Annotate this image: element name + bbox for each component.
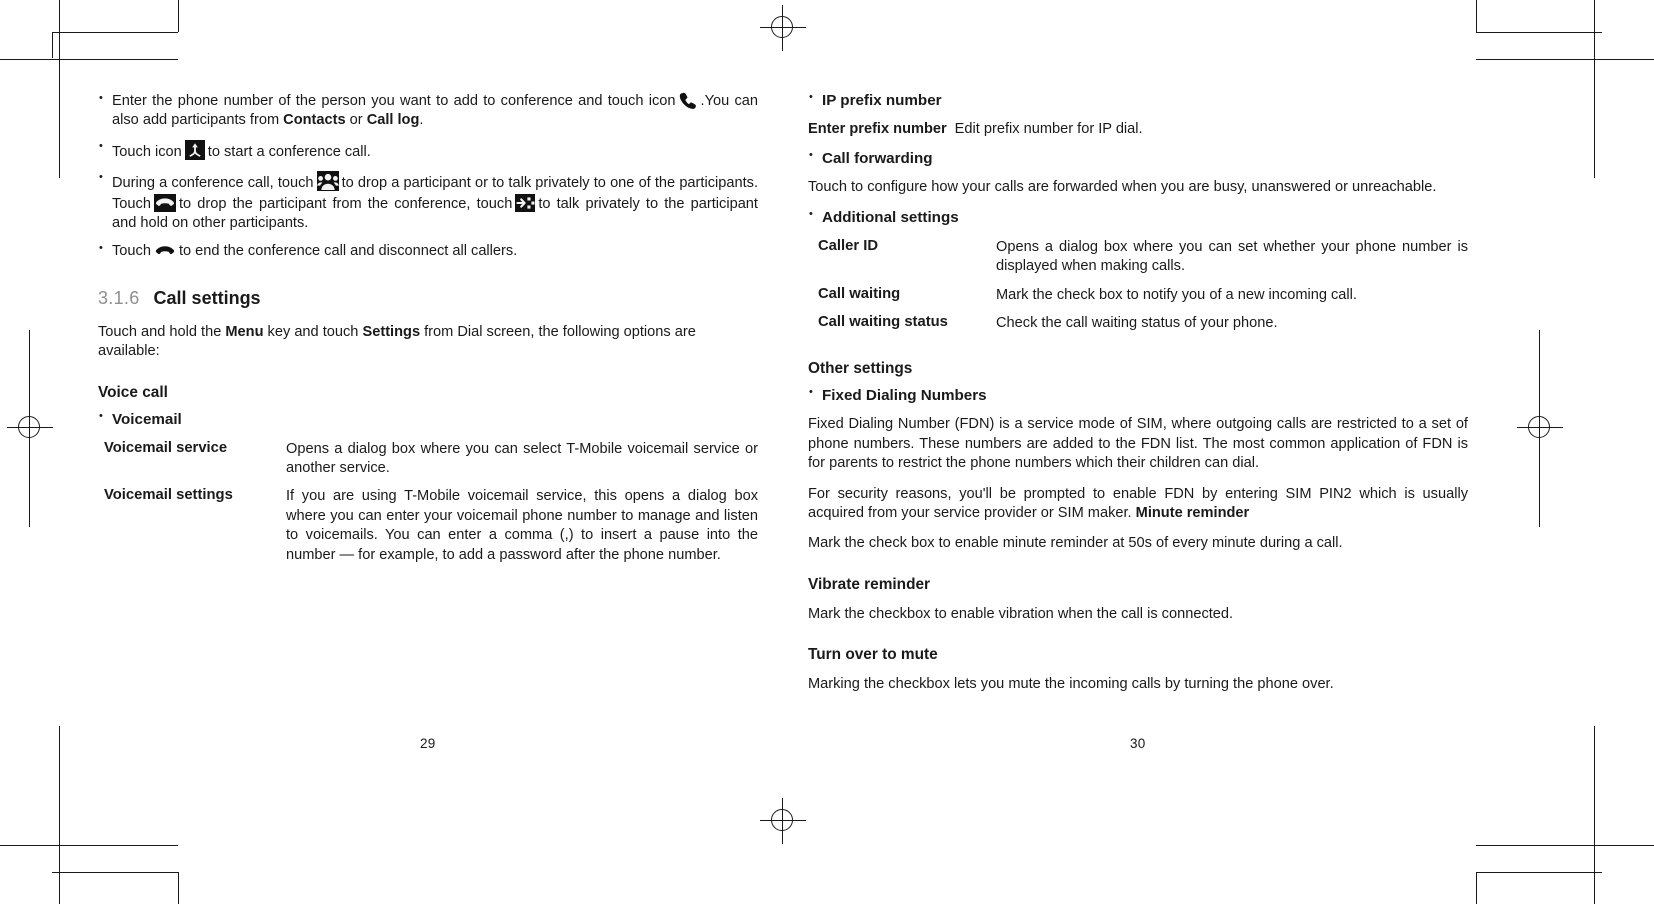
list-item: Touch icon to start a conference call. xyxy=(98,139,758,162)
call-forwarding-description: Touch to configure how your calls are fo… xyxy=(808,179,1437,196)
bullet-2-text-after: to start a conference call. xyxy=(207,143,371,160)
settings-label: Settings xyxy=(362,323,421,340)
caller-id-term: Caller ID xyxy=(818,237,879,254)
voicemail-settings-desc: If you are using T-Mobile voicemail serv… xyxy=(286,488,758,563)
call-waiting-status-desc: Check the call waiting status of your ph… xyxy=(996,315,1278,332)
bullet-2-text-before: Touch icon xyxy=(112,143,182,160)
bleed-mark-bottom-right-h xyxy=(1476,872,1602,873)
ip-prefix-number-bullet-heading: IP prefix number xyxy=(808,91,1468,109)
page-number-left: 29 xyxy=(420,736,436,751)
call-log-label: Call log xyxy=(366,112,420,129)
call-waiting-desc: Mark the check box to notify you of a ne… xyxy=(996,286,1357,303)
bleed-mark-bottom-left-h xyxy=(52,872,178,873)
crop-mark-top-left-v xyxy=(59,0,60,178)
section-title: Call settings xyxy=(153,287,261,308)
crop-mark-bottom-right-h xyxy=(1476,845,1654,846)
voicemail-service-desc: Opens a dialog box where you can select … xyxy=(286,440,758,477)
section-heading-call-settings: 3.1.6 Call settings xyxy=(98,288,758,309)
call-waiting-status-term: Call waiting status xyxy=(818,314,948,331)
private-call-icon xyxy=(515,193,536,212)
contacts-label: Contacts xyxy=(283,112,346,129)
table-row: Call waiting status Check the call waiti… xyxy=(808,314,1468,342)
voicemail-settings-term: Voicemail settings xyxy=(104,487,233,504)
voicemail-bullet-heading: Voicemail xyxy=(98,410,758,428)
fdn-paragraph-2: For security reasons, you'll be prompted… xyxy=(808,485,1468,524)
bleed-mark-top-left-v xyxy=(178,0,179,32)
list-item: During a conference call, touchto drop a… xyxy=(98,170,758,233)
additional-settings-bullet-heading: Additional settings xyxy=(808,208,1468,226)
additional-settings-table: Caller ID Opens a dialog box where you c… xyxy=(808,238,1468,343)
bullet-1-text-before: Enter the phone number of the person you… xyxy=(112,93,676,109)
page-number-right: 30 xyxy=(1130,736,1146,751)
crop-mark-bottom-left-h xyxy=(0,845,178,846)
page-right: IP prefix number Enter prefix number Edit… xyxy=(808,91,1468,706)
call-settings-intro: Touch and hold the Menu key and touch Se… xyxy=(98,323,758,362)
bullet-1-period: . xyxy=(419,112,424,129)
bleed-mark-top-right-h xyxy=(1476,32,1602,33)
intro-text-1: Touch and hold the xyxy=(98,323,226,340)
bullet-4-text-before: Touch xyxy=(112,243,151,260)
minute-reminder-description: Mark the check box to enable minute remi… xyxy=(808,535,1343,552)
table-row: Caller ID Opens a dialog box where you c… xyxy=(808,238,1468,286)
list-item: Enter the phone number of the person you… xyxy=(98,91,758,131)
section-number: 3.1.6 xyxy=(98,287,140,308)
end-call-icon xyxy=(153,193,176,212)
crop-mark-bottom-right-v xyxy=(1594,726,1595,904)
table-row: Call waiting Mark the check box to notif… xyxy=(808,286,1468,314)
turn-over-to-mute-heading: Turn over to mute xyxy=(808,646,938,664)
vibrate-reminder-description: Mark the checkbox to enable vibration wh… xyxy=(808,605,1234,622)
enter-prefix-number-desc: Edit prefix number for IP dial. xyxy=(954,121,1143,137)
caller-id-desc: Opens a dialog box where you can set whe… xyxy=(996,238,1468,275)
merge-call-icon xyxy=(184,139,205,160)
enter-prefix-number-term: Enter prefix number xyxy=(808,121,947,137)
menu-key-label: Menu xyxy=(225,323,264,340)
table-row: Voicemail settings If you are using T-Mo… xyxy=(98,487,758,574)
crop-mark-top-left-h xyxy=(0,59,178,60)
fixed-dialing-numbers-bullet-heading: Fixed Dialing Numbers xyxy=(808,386,1468,404)
trim-hairline-right-lower xyxy=(1539,451,1540,527)
turn-over-to-mute-description: Marking the checkbox lets you mute the i… xyxy=(808,676,1334,693)
trim-hairline-left-upper xyxy=(29,330,30,406)
bullet-3-text-before: During a conference call, touch xyxy=(112,175,314,192)
enter-prefix-number-row: Enter prefix number Edit prefix number fo… xyxy=(808,120,1468,139)
bullet-4-text-after: to end the conference call and disconnec… xyxy=(178,243,518,260)
bleed-mark-bottom-right-v xyxy=(1476,872,1477,904)
crop-mark-bottom-left-v xyxy=(59,726,60,904)
registration-mark-top-center xyxy=(760,5,806,51)
table-row: Voicemail service Opens a dialog box whe… xyxy=(98,440,758,488)
end-call-icon xyxy=(154,243,176,259)
conference-call-bullet-list: Enter the phone number of the person you… xyxy=(98,91,758,262)
bleed-mark-top-left-h xyxy=(52,32,178,33)
voice-call-heading: Voice call xyxy=(98,383,168,401)
bleed-mark-bottom-left-v xyxy=(178,872,179,904)
voicemail-settings-table: Voicemail service Opens a dialog box whe… xyxy=(98,440,758,574)
page-left: Enter the phone number of the person you… xyxy=(98,91,758,578)
list-item: Touch to end the conference call and disc… xyxy=(98,241,758,261)
voicemail-service-term: Voicemail service xyxy=(104,439,228,456)
conference-participants-icon xyxy=(316,171,339,192)
other-settings-heading: Other settings xyxy=(808,360,913,378)
registration-mark-right-middle xyxy=(1517,405,1563,451)
registration-mark-left-middle xyxy=(7,405,53,451)
intro-text-2: key and touch xyxy=(263,323,363,340)
registration-mark-bottom-center xyxy=(760,798,806,844)
phone-handset-icon xyxy=(679,92,698,109)
vibrate-reminder-heading: Vibrate reminder xyxy=(808,575,931,593)
minute-reminder-label: Minute reminder xyxy=(1135,505,1250,522)
crop-mark-top-right-v xyxy=(1594,0,1595,178)
trim-hairline-left-lower xyxy=(29,451,30,527)
fdn-paragraph-1: Fixed Dialing Number (FDN) is a service … xyxy=(808,416,1468,472)
call-waiting-term: Call waiting xyxy=(818,285,901,302)
bullet-1-conj: or xyxy=(345,112,367,129)
call-forwarding-bullet-heading: Call forwarding xyxy=(808,149,1468,167)
crop-mark-top-right-h xyxy=(1476,59,1654,60)
bleed-mark-top-left-v2 xyxy=(52,32,53,58)
trim-hairline-right-upper xyxy=(1539,330,1540,406)
bleed-mark-top-right-v xyxy=(1476,0,1477,32)
bullet-3-text-mid2: to drop the participant from the confere… xyxy=(178,195,513,212)
